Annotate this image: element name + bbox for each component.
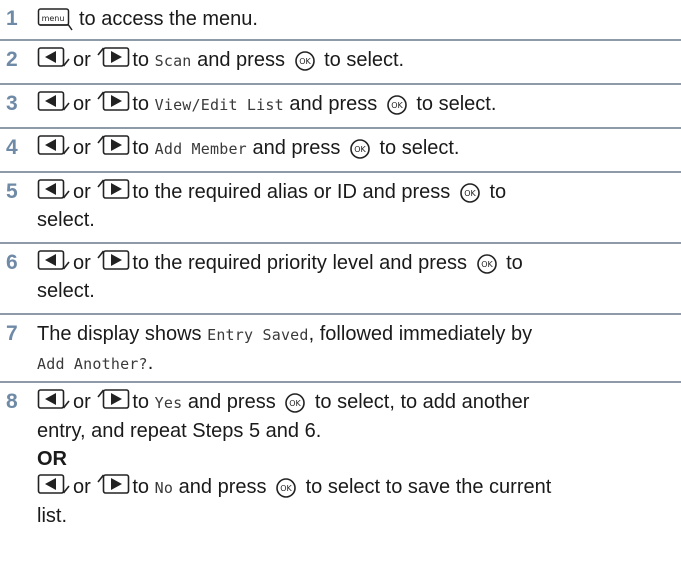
step-number: 7 (6, 322, 18, 345)
or-separator: OR (37, 448, 67, 470)
step-text-part: select. (37, 209, 95, 231)
right-arrow-key-icon (96, 46, 130, 72)
right-arrow-key-icon (96, 90, 130, 116)
step-text-part: list. (37, 505, 67, 527)
left-arrow-key-icon (37, 388, 71, 414)
right-arrow-key-icon (96, 134, 130, 160)
step-text-part: to select, to add another (314, 391, 530, 413)
step-text-part: to the required priority level and press (132, 252, 467, 274)
ok-key-icon: OK (294, 50, 316, 72)
step-text: or to View/Edit List and press OK to sel… (37, 90, 673, 119)
step-text-part: to (506, 252, 523, 274)
ok-key-icon: OK (349, 138, 371, 160)
svg-text:menu: menu (42, 14, 65, 23)
display-text: Entry Saved (207, 326, 309, 344)
svg-text:OK: OK (280, 484, 292, 493)
step-text: or to the required alias or ID and press… (37, 178, 673, 234)
or-text: or (73, 93, 91, 115)
display-text: Add Member (154, 140, 247, 158)
step-number: 3 (6, 92, 18, 115)
and-press-text: and press (289, 93, 378, 115)
to-text: to (132, 93, 150, 115)
left-arrow-key-icon (37, 249, 71, 275)
to-select-text: to select. (416, 93, 497, 115)
ok-key-icon: OK (275, 477, 297, 499)
step-text-part: entry, and repeat Steps 5 and 6. (37, 420, 322, 442)
step-6: 6 or to the required priority level and … (0, 244, 681, 315)
step-number: 2 (6, 48, 18, 71)
step-1: 1 menu to access the menu. (0, 0, 681, 41)
right-arrow-key-icon (96, 388, 130, 414)
step-text: or to Scan and press OK to select. (37, 46, 673, 75)
and-press-text: and press (252, 137, 341, 159)
step-number: 6 (6, 251, 18, 274)
step-text-part: . (147, 352, 154, 374)
ok-key-icon: OK (386, 94, 408, 116)
step-text: or to the required priority level and pr… (37, 249, 673, 305)
step-text: or to Yes and press OK to select, to add… (37, 388, 673, 530)
step-2: 2 or to Scan and press OK to select. (0, 41, 681, 85)
right-arrow-key-icon (96, 473, 130, 499)
left-arrow-key-icon (37, 46, 71, 72)
step-number: 1 (6, 7, 18, 30)
left-arrow-key-icon (37, 90, 71, 116)
and-press-text: and press (187, 391, 276, 413)
display-text: Add Another? (37, 355, 148, 373)
step-text-part: to (489, 181, 507, 203)
step-number: 8 (6, 390, 18, 413)
to-text: to (132, 137, 150, 159)
display-text: No (154, 479, 174, 497)
display-text: View/Edit List (154, 96, 284, 114)
svg-text:OK: OK (299, 57, 311, 66)
display-text: Yes (154, 394, 183, 412)
svg-text:OK: OK (481, 260, 493, 269)
step-5: 5 or to the required alias or ID and pre… (0, 173, 681, 244)
step-7: 7 The display shows Entry Saved, followe… (0, 315, 681, 383)
left-arrow-key-icon (37, 178, 71, 204)
step-text-part: The display shows (37, 323, 202, 345)
to-text: to (132, 49, 150, 71)
step-text: menu to access the menu. (37, 5, 673, 33)
svg-text:OK: OK (464, 189, 476, 198)
or-text: or (73, 391, 91, 413)
ok-key-icon: OK (459, 182, 481, 204)
procedure-steps: 1 menu to access the menu. 2 or to Scan … (0, 0, 681, 573)
to-select-text: to select. (324, 49, 405, 71)
or-text: or (73, 137, 91, 159)
menu-key-icon: menu (37, 7, 73, 31)
step-text: or to Add Member and press OK to select. (37, 134, 673, 163)
step-text-part: , followed immediately by (308, 323, 533, 345)
to-select-text: to select. (379, 137, 460, 159)
step-number: 4 (6, 136, 18, 159)
and-press-text: and press (178, 476, 267, 498)
to-text: to (132, 476, 150, 498)
ok-key-icon: OK (476, 253, 498, 275)
step-number: 5 (6, 180, 18, 203)
svg-text:OK: OK (391, 101, 403, 110)
step-text-part: to the required alias or ID and press (132, 181, 451, 203)
step-text-part: to select to save the current (305, 476, 552, 498)
svg-text:OK: OK (290, 399, 302, 408)
step-text: The display shows Entry Saved, followed … (37, 320, 673, 378)
to-text: to (132, 391, 150, 413)
right-arrow-key-icon (96, 249, 130, 275)
left-arrow-key-icon (37, 134, 71, 160)
or-text: or (73, 181, 91, 203)
step-4: 4 or to Add Member and press OK to selec… (0, 129, 681, 173)
step-text-part: select. (37, 280, 95, 302)
step-8: 8 or to Yes and press OK to select, to a… (0, 383, 681, 573)
or-text: or (73, 49, 91, 71)
or-text: or (73, 252, 91, 274)
step-3: 3 or to View/Edit List and press OK to s… (0, 85, 681, 129)
step-text-part: to access the menu. (79, 8, 258, 30)
display-text: Scan (154, 52, 192, 70)
right-arrow-key-icon (96, 178, 130, 204)
ok-key-icon: OK (284, 392, 306, 414)
or-text: or (73, 476, 91, 498)
left-arrow-key-icon (37, 473, 71, 499)
svg-text:OK: OK (354, 145, 366, 154)
and-press-text: and press (197, 49, 285, 71)
